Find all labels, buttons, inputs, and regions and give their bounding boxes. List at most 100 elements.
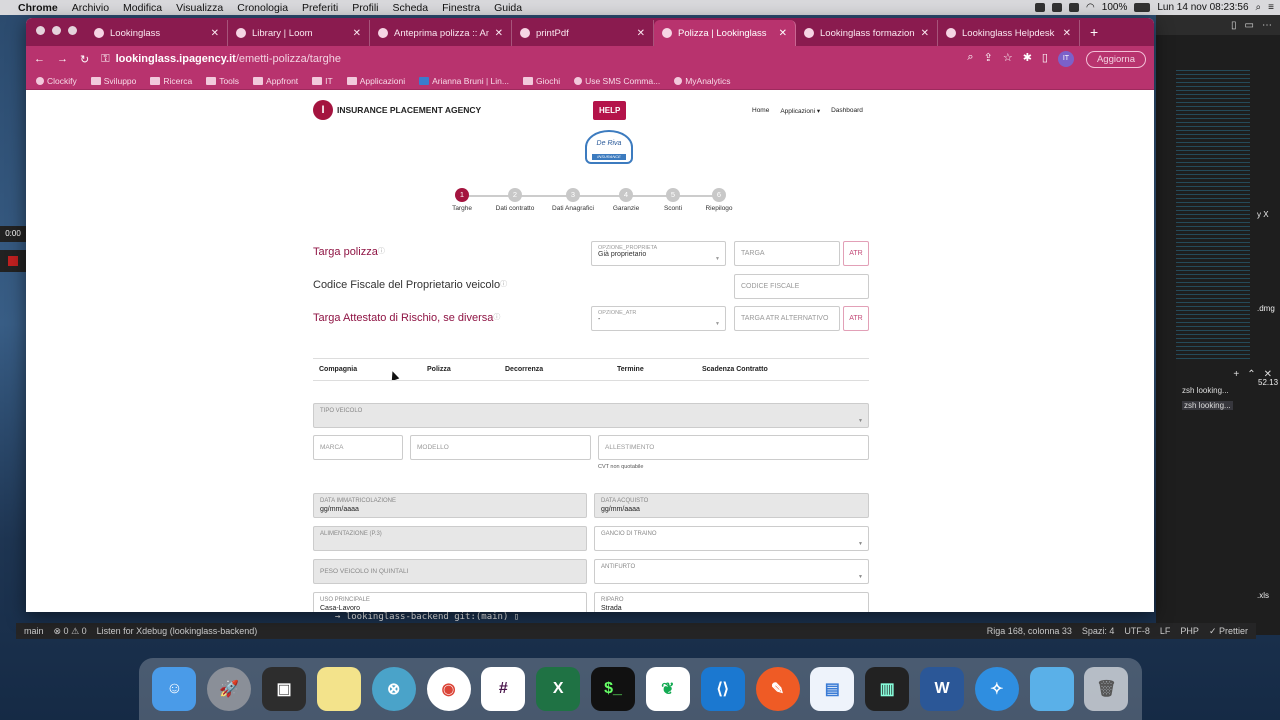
status-icon[interactable]: [1035, 3, 1046, 12]
modello-input[interactable]: MODELLO: [410, 435, 591, 460]
finder-icon[interactable]: ☺: [152, 667, 197, 711]
opzione-atr-select[interactable]: OPZIONE_ATR - ▼: [591, 306, 726, 331]
split-icon[interactable]: ▯: [1231, 20, 1237, 31]
notes-icon[interactable]: [316, 667, 361, 711]
close-tab-icon[interactable]: ✕: [495, 28, 503, 39]
terminal-icon[interactable]: $_: [591, 667, 636, 711]
photo-booth-icon[interactable]: ▣: [262, 667, 307, 711]
chevron-up-icon[interactable]: ⌃: [1247, 369, 1255, 380]
status-icon[interactable]: [1069, 3, 1080, 12]
git-branch[interactable]: main: [24, 626, 44, 636]
terminal-tab[interactable]: zsh looking...: [1182, 386, 1229, 395]
search-icon[interactable]: ⌕: [1256, 2, 1262, 13]
allestimento-input[interactable]: ALLESTIMENTO: [598, 435, 869, 460]
menu-scheda[interactable]: Scheda: [393, 2, 429, 14]
menu-chrome[interactable]: Chrome: [18, 2, 58, 14]
bookmark-sms[interactable]: Use SMS Comma...: [574, 76, 660, 86]
bookmark-folder[interactable]: Applicazioni: [346, 76, 405, 86]
terminal-prompt[interactable]: → lookinglass-backend git:(main) ▯: [335, 612, 519, 622]
postman-icon[interactable]: ✎: [755, 667, 800, 711]
more-icon[interactable]: ⋯: [1262, 20, 1272, 31]
close-tab-icon[interactable]: ✕: [779, 28, 787, 39]
menu-finestra[interactable]: Finestra: [442, 2, 480, 14]
extensions-icon[interactable]: ✱: [1023, 51, 1032, 67]
encoding[interactable]: UTF-8: [1124, 626, 1150, 637]
status-icon[interactable]: [1052, 3, 1063, 12]
terminal-tab[interactable]: zsh looking...: [1182, 401, 1233, 410]
bookmark-clockify[interactable]: Clockify: [36, 76, 77, 86]
uso-principale-select[interactable]: USO PRINCIPALE Casa-Lavoro: [313, 592, 587, 612]
targa-input[interactable]: TARGA: [734, 241, 840, 266]
gancio-traino-select[interactable]: GANCIO DI TRAINO ▼: [594, 526, 869, 551]
cursor-position[interactable]: Riga 168, colonna 33: [987, 626, 1072, 637]
vscode-icon[interactable]: ⟨⟩: [700, 667, 745, 711]
opzione-proprieta-select[interactable]: OPZIONE_PROPRIETA Già proprietario ▼: [591, 241, 726, 266]
browser-tab[interactable]: Lookinglass formazione u✕: [796, 20, 938, 46]
antifurto-select[interactable]: ANTIFURTO ▼: [594, 559, 869, 584]
address-bar[interactable]: ⚿ lookinglass.ipagency.it/emetti-polizza…: [101, 53, 955, 66]
browser-tab[interactable]: printPdf ✕: [512, 20, 654, 46]
layout-icon[interactable]: ▭: [1245, 20, 1254, 31]
forward-icon[interactable]: →: [57, 53, 68, 65]
bookmark-folder[interactable]: Ricerca: [150, 76, 192, 86]
chrome-icon[interactable]: ◉: [426, 667, 471, 711]
menu-cronologia[interactable]: Cronologia: [237, 2, 288, 14]
stop-recording-button[interactable]: [0, 250, 26, 272]
atr-button[interactable]: ATR: [843, 306, 869, 331]
folder-icon[interactable]: [1029, 667, 1074, 711]
activity-monitor-icon[interactable]: ▥: [865, 667, 910, 711]
add-terminal-icon[interactable]: +: [1233, 369, 1239, 380]
site-logo[interactable]: I INSURANCE PLACEMENT AGENCY: [313, 100, 481, 120]
profile-avatar[interactable]: IT: [1057, 51, 1074, 67]
control-center-icon[interactable]: ≡: [1268, 2, 1274, 13]
menu-guida[interactable]: Guida: [494, 2, 522, 14]
xdebug-status[interactable]: Listen for Xdebug (lookinglass-backend): [97, 626, 258, 636]
close-tab-icon[interactable]: ✕: [1063, 28, 1071, 39]
data-acquisto-input[interactable]: DATA ACQUISTO gg/mm/aaaa: [594, 493, 869, 518]
browser-tab[interactable]: Lookinglass Helpdesk | Te✕: [938, 20, 1080, 46]
zoom-icon[interactable]: ⌕: [967, 51, 973, 67]
data-immatricolazione-input[interactable]: DATA IMMATRICOLAZIONE gg/mm/aaaa: [313, 493, 587, 518]
browser-tab[interactable]: Anteprima polizza :: Ammi✕: [370, 20, 512, 46]
safari-icon[interactable]: ✧: [974, 667, 1019, 711]
indentation[interactable]: Spazi: 4: [1082, 626, 1115, 637]
marca-input[interactable]: MARCA: [313, 435, 403, 460]
riparo-select[interactable]: RIPARO Strada: [594, 592, 869, 612]
atr-button[interactable]: ATR: [843, 241, 869, 266]
back-icon[interactable]: ←: [34, 53, 45, 65]
sidepanel-icon[interactable]: ▯: [1042, 51, 1048, 67]
word-icon[interactable]: W: [920, 667, 964, 711]
problems-count[interactable]: ⊗ 0 ⚠ 0: [54, 626, 87, 637]
wifi-icon[interactable]: ◠: [1086, 2, 1095, 13]
close-window-button[interactable]: [36, 26, 45, 35]
minimize-window-button[interactable]: [52, 26, 61, 35]
new-tab-button[interactable]: +: [1080, 24, 1108, 46]
excel-icon[interactable]: X: [536, 667, 581, 711]
eol[interactable]: LF: [1160, 626, 1171, 637]
targa-atr-input[interactable]: TARGA ATR ALTERNATIVO: [734, 306, 840, 331]
reload-icon[interactable]: ↻: [80, 53, 89, 66]
browser-tab[interactable]: Library | Loom ✕: [228, 20, 370, 46]
bookmark-folder[interactable]: IT: [312, 76, 333, 86]
info-icon[interactable]: ⓘ: [500, 281, 507, 288]
language-mode[interactable]: PHP: [1180, 626, 1199, 637]
prettier-status[interactable]: ✓ Prettier: [1209, 626, 1248, 637]
share-icon[interactable]: ⇪: [984, 51, 993, 67]
tipo-veicolo-select[interactable]: TIPO VEICOLO ▼: [313, 403, 869, 428]
slack-icon[interactable]: #: [481, 667, 526, 711]
bookmark-folder[interactable]: Giochi: [522, 76, 560, 86]
bookmark-folder[interactable]: Appfront: [253, 76, 298, 86]
bookmark-myanalytics[interactable]: MyAnalytics: [674, 76, 731, 86]
menu-archivio[interactable]: Archivio: [72, 2, 109, 14]
help-button[interactable]: HELP: [593, 101, 627, 120]
bookmark-folder[interactable]: Tools: [206, 76, 239, 86]
browser-tab-active[interactable]: Polizza | Lookinglass ✕: [654, 20, 796, 46]
menu-profili[interactable]: Profili: [352, 2, 378, 14]
peso-veicolo-input[interactable]: PESO VEICOLO IN QUINTALI: [313, 559, 587, 584]
bookmark-linkedin[interactable]: Arianna Bruni | Lin...: [419, 76, 509, 86]
trash-icon[interactable]: 🗑: [1084, 667, 1129, 711]
alimentazione-select[interactable]: ALIMENTAZIONE (P.3): [313, 526, 587, 551]
close-tab-icon[interactable]: ✕: [353, 28, 361, 39]
info-icon[interactable]: ⓘ: [378, 248, 385, 255]
nav-home[interactable]: Home: [752, 107, 769, 115]
